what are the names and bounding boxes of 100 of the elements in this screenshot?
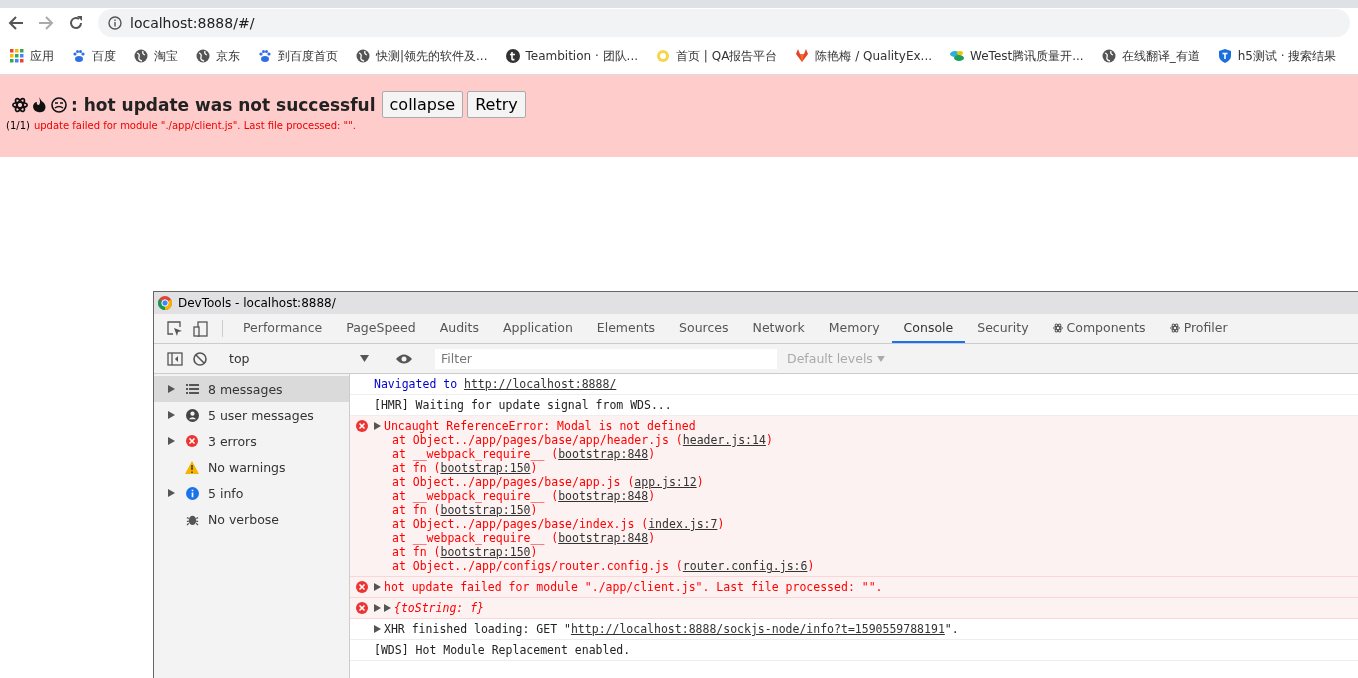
message-link[interactable]: http://localhost:8888/ [464, 377, 617, 391]
source-link[interactable]: index.js:7 [648, 517, 718, 531]
devtools-tab[interactable]: Security [965, 314, 1041, 343]
device-toggle-icon[interactable] [193, 320, 209, 337]
source-link[interactable]: bootstrap:150 [440, 461, 531, 475]
paw-icon [258, 49, 272, 63]
devtools-tab[interactable]: Application [490, 314, 585, 343]
expand-arrow-icon[interactable] [374, 625, 381, 633]
reload-icon[interactable] [68, 15, 84, 31]
window-title: DevTools - localhost:8888/ [178, 296, 336, 310]
sidebar-label: 5 user messages [208, 407, 314, 423]
bookmark-link[interactable]: 到百度首页 [258, 47, 338, 65]
paw-icon [72, 49, 86, 63]
devtools-tab[interactable]: Elements [584, 314, 668, 343]
bookmark-link[interactable]: 陈艳梅 / QualityEx... [795, 47, 933, 65]
bookmark-link[interactable]: 京东 [196, 47, 240, 65]
sidebar-label: No verbose [208, 511, 279, 527]
stack-frame: ) [530, 461, 538, 475]
sidebar-item[interactable]: No warnings [154, 454, 349, 480]
devtools-tab[interactable]: Profiler [1157, 314, 1240, 343]
error-counter: (1/1) [6, 120, 30, 131]
message-link[interactable]: http://localhost:8888/sockjs-node/info?t=1590559788191 [570, 622, 945, 636]
browser-logo-icon [158, 296, 172, 310]
expand-arrow-icon[interactable] [168, 489, 175, 497]
source-link[interactable]: bootstrap:150 [440, 545, 531, 559]
dropdown-caret-icon [876, 355, 885, 362]
error-message: update failed for module "./app/client.js". Last file processed: "". [33, 120, 356, 131]
error-icon [186, 435, 198, 447]
sidebar-item[interactable]: 5 user messages [154, 402, 349, 428]
stack-frame: at Object../app/pages/base/index.js ( [374, 517, 649, 531]
source-link[interactable]: app.js:12 [634, 475, 697, 489]
stack-frame: ) [530, 545, 538, 559]
context-select[interactable]: top [229, 351, 373, 366]
devtools-tab[interactable]: PageSpeed [334, 314, 428, 343]
devtools-tab[interactable]: Network [740, 314, 817, 343]
stack-frame: ) [765, 433, 773, 447]
back-arrow-icon[interactable] [8, 15, 24, 31]
source-link[interactable]: bootstrap:848 [558, 489, 649, 503]
stack-frame: at __webpack_require__ ( [374, 447, 559, 461]
expand-arrow-icon[interactable] [374, 583, 381, 591]
message-text: hot update failed for module "./app/client.js". Last file processed: "". [384, 580, 883, 594]
devtools-tab[interactable]: Memory [816, 314, 892, 343]
source-link[interactable]: bootstrap:848 [558, 531, 649, 545]
source-link[interactable]: header.js:14 [682, 433, 766, 447]
globe-icon [1101, 49, 1116, 63]
apps-grid-icon [10, 49, 24, 63]
sidebar-item[interactable]: 3 errors [154, 428, 349, 454]
eye-icon[interactable] [395, 352, 413, 365]
bookmark-link[interactable]: 在线翻译_有道 [1101, 47, 1200, 65]
bookmark-link[interactable]: 首页 | QA报告平台 [656, 47, 778, 65]
stack-frame: at Object../app/pages/base/app/header.js ( [374, 433, 683, 447]
devtools-tab[interactable]: Sources [667, 314, 741, 343]
error-icon [356, 420, 368, 432]
expand-arrow-icon[interactable] [374, 422, 381, 430]
stack-frame: at fn ( [374, 545, 441, 559]
stack-frame: ) [530, 503, 538, 517]
sidebar-item[interactable]: 8 messages [154, 376, 349, 402]
inspect-cursor-icon[interactable] [167, 320, 183, 337]
t-logo-icon [505, 49, 520, 63]
message-text: ". [944, 622, 959, 636]
devtools-tab[interactable]: Components [1040, 314, 1158, 343]
stack-frame: ) [696, 475, 704, 489]
expand-arrow-icon[interactable] [168, 411, 175, 419]
sidebar-item[interactable]: 5 info [154, 480, 349, 506]
bookmark-link[interactable]: 淘宝 [134, 47, 178, 65]
message-text: Navigated to [374, 377, 458, 391]
stack-frame: ) [648, 531, 656, 545]
source-link[interactable]: bootstrap:150 [440, 503, 531, 517]
expand-arrow-icon[interactable] [168, 385, 175, 393]
stack-frame: at Object../app/configs/router.config.js ( [374, 559, 683, 573]
overlay-button[interactable]: Retry [467, 91, 526, 118]
clear-icon[interactable] [193, 351, 207, 366]
shield-icon [1217, 49, 1232, 63]
source-link[interactable]: bootstrap:848 [558, 447, 649, 461]
error-icon [356, 602, 368, 614]
expand-arrow-icon[interactable] [168, 437, 175, 445]
bookmark-link[interactable]: 应用 [10, 47, 54, 65]
sidebar-label: 3 errors [208, 433, 257, 449]
bookmark-link[interactable]: 百度 [72, 47, 116, 65]
warning-icon [185, 460, 199, 474]
bookmark-link[interactable]: Teambition · 团队... [505, 47, 639, 65]
stack-frame: ) [648, 489, 656, 503]
filter-field[interactable]: Filter [435, 348, 777, 369]
sidebar-toggle-icon[interactable] [167, 351, 183, 366]
devtools-tab[interactable]: Audits [427, 314, 491, 343]
sidebar-item[interactable]: No verbose [154, 506, 349, 532]
list-icon [185, 384, 199, 394]
address-bar[interactable]: localhost:8888/#/ [98, 9, 1350, 37]
stack-frame: at Object../app/pages/base/app.js ( [374, 475, 635, 489]
devtools-tab[interactable]: Performance [231, 314, 335, 343]
error-icon [356, 581, 368, 593]
bookmark-link[interactable]: 快测|领先的软件及... [356, 47, 488, 65]
bookmark-link[interactable]: h5测试 · 搜索结果 [1217, 47, 1337, 65]
message-text: [HMR] Waiting for update signal from WDS... [374, 398, 672, 412]
bookmark-link[interactable]: WeTest腾讯质量开... [950, 47, 1084, 65]
info-icon[interactable] [108, 16, 122, 30]
source-link[interactable]: router.config.js:6 [682, 559, 808, 573]
fox-icon [795, 49, 810, 63]
overlay-button[interactable]: collapse [381, 91, 464, 118]
user-icon [185, 408, 199, 422]
